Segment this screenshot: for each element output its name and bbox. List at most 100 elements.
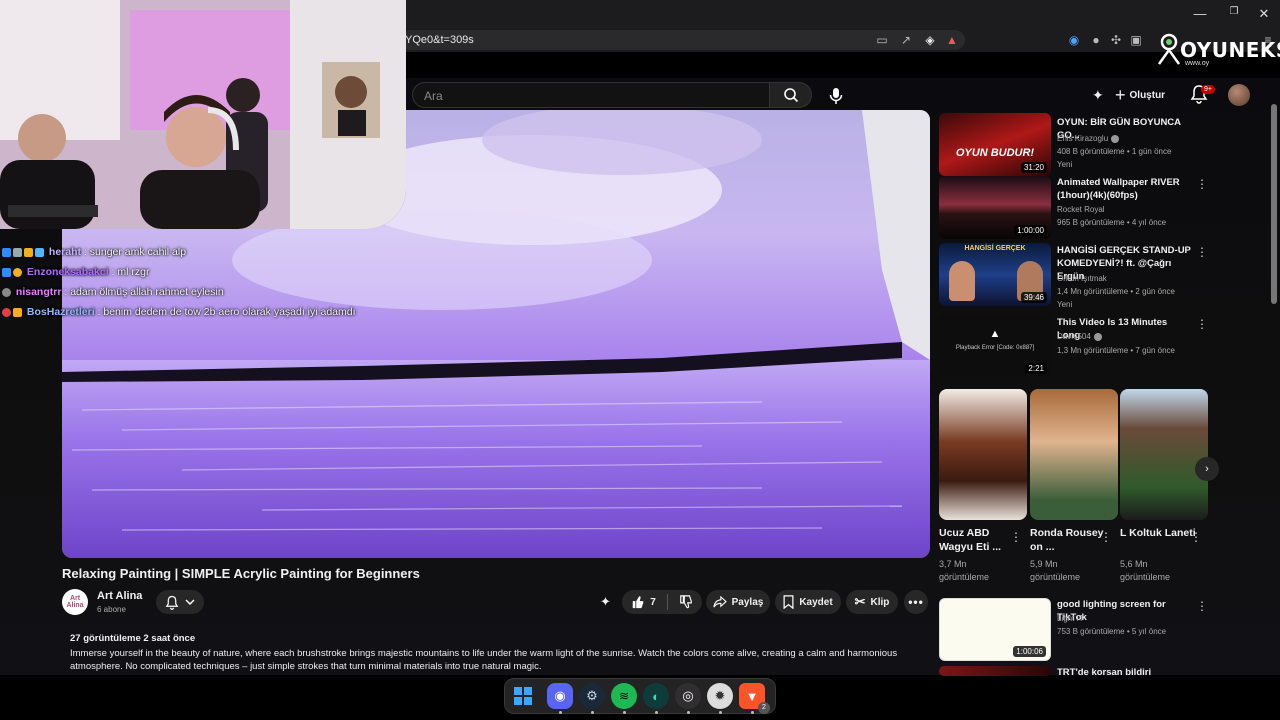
new-badge: Yeni: [1057, 300, 1073, 309]
short-title[interactable]: L Koltuk Laneti: [1120, 526, 1200, 540]
rec-thumbnail[interactable]: ▲ Playback Error [Code: 0x887] 2:21: [939, 314, 1051, 377]
chat-text: : benim dedem de tow 2b aero olarak yaşa…: [97, 306, 356, 318]
shield-icon[interactable]: ◈: [922, 33, 938, 47]
rec-title[interactable]: Animated Wallpaper RIVER (1hour)(4k)(60f…: [1057, 176, 1192, 202]
rec-thumbnail[interactable]: 1:00:00: [939, 176, 1051, 239]
minimize-button[interactable]: —: [1188, 6, 1212, 21]
badge-icon: [35, 247, 44, 257]
chat-username: nisangtrr: [15, 286, 62, 298]
close-button[interactable]: ✕: [1252, 6, 1276, 22]
steam-icon[interactable]: ⚙: [579, 683, 605, 709]
divider: [666, 594, 668, 610]
more-vert-icon[interactable]: ⋮: [1196, 245, 1208, 259]
short-thumbnail[interactable]: [1030, 389, 1118, 520]
verified-icon: [1093, 332, 1102, 341]
cast-icon[interactable]: ▭: [874, 33, 890, 47]
running-indicator: [719, 711, 722, 714]
chat-username: heraht: [48, 246, 82, 258]
rec-thumbnail[interactable]: HANGİSİ GERÇEK 39:46: [939, 243, 1051, 306]
plus-icon: +: [1115, 84, 1126, 105]
spotify-icon[interactable]: ≋: [611, 683, 637, 709]
app-icon[interactable]: ◐: [643, 683, 669, 709]
video-description[interactable]: Immerse yourself in the beauty of nature…: [70, 647, 900, 673]
sidebar-icon[interactable]: ▣: [1128, 33, 1144, 47]
account-avatar[interactable]: [1228, 84, 1250, 106]
audio-icon[interactable]: ◉: [1066, 33, 1082, 47]
chevron-down-icon: [185, 599, 195, 606]
rec-title[interactable]: TRT'de korsan bildiri: [1057, 666, 1192, 676]
short-thumbnail[interactable]: [939, 389, 1027, 520]
rec-thumbnail[interactable]: 1:00:06: [939, 598, 1051, 661]
chevron-right-icon: ›: [1205, 463, 1209, 475]
rewards-icon[interactable]: ▲: [944, 33, 960, 47]
shorts-next-button[interactable]: ›: [1195, 457, 1219, 481]
rec-meta: 1,4 Mn görüntüleme • 2 gün önce: [1057, 287, 1175, 296]
rec-channel[interactable]: Light IT: [1057, 613, 1084, 624]
more-actions-button[interactable]: •••: [904, 590, 928, 614]
share-button[interactable]: Paylaş: [706, 590, 770, 614]
search-button[interactable]: [770, 82, 812, 108]
more-vert-icon[interactable]: ⋮: [1196, 317, 1208, 331]
badge-icon: [2, 247, 11, 257]
url-text[interactable]: YQe0&t=309s: [405, 34, 474, 46]
streamer-webcam-overlay: [0, 0, 406, 229]
more-vert-icon[interactable]: ⋮: [1196, 177, 1208, 191]
short-title[interactable]: Ronda Rousey on ...: [1030, 526, 1110, 554]
rec-channel[interactable]: Enis Kirazoglu: [1057, 133, 1108, 144]
extension-icon[interactable]: ●: [1088, 33, 1104, 47]
warning-icon: ▲: [989, 328, 1001, 340]
clip-button[interactable]: ✂ Klip: [846, 590, 898, 614]
verified-icon: [1111, 134, 1120, 143]
subscription-notification-button[interactable]: [156, 590, 204, 614]
like-button[interactable]: 7: [631, 595, 656, 609]
rec-thumbnail[interactable]: OYUN BUDUR! 31:20: [939, 113, 1051, 176]
start-menu-icon[interactable]: [510, 683, 536, 709]
chat-text: : ml rzgr: [111, 266, 150, 278]
dislike-button[interactable]: [679, 595, 693, 609]
ai-sparkle-icon[interactable]: ✦: [600, 594, 611, 610]
duration-badge: 1:00:00: [1014, 225, 1047, 236]
create-button[interactable]: + Oluştur: [1115, 84, 1165, 106]
save-button[interactable]: Kaydet: [775, 590, 841, 614]
discord-icon[interactable]: ◉: [547, 683, 573, 709]
running-indicator: [655, 711, 658, 714]
obs-icon[interactable]: ◎: [675, 683, 701, 709]
duration-badge: 31:20: [1020, 162, 1047, 173]
save-label: Kaydet: [799, 596, 833, 608]
duration-badge: 1:00:06: [1013, 646, 1046, 657]
channel-name[interactable]: Art Alina: [97, 590, 142, 602]
search-input[interactable]: [412, 82, 770, 108]
more-vert-icon[interactable]: ⋮: [1010, 530, 1022, 544]
more-vert-icon[interactable]: ⋮: [1190, 530, 1202, 544]
running-indicator: [623, 711, 626, 714]
channel-avatar[interactable]: Art Alina: [62, 589, 88, 615]
share-page-icon[interactable]: ↗: [898, 33, 914, 47]
rec-channel[interactable]: Rocket Royal: [1057, 204, 1105, 215]
more-vert-icon[interactable]: ⋮: [1100, 530, 1112, 544]
rec-channel[interactable]: Orkun Işıtmak: [1057, 273, 1107, 284]
short-views: 3,7 Mn görüntüleme: [939, 559, 990, 582]
badge-icon: [2, 307, 11, 317]
rec-channel-row: Davie504: [1057, 331, 1102, 342]
settings-icon[interactable]: ✹: [707, 683, 733, 709]
rec-thumbnail[interactable]: [939, 666, 1051, 676]
more-vert-icon[interactable]: ⋮: [1196, 599, 1208, 613]
puzzle-icon[interactable]: ✣: [1108, 33, 1124, 47]
chat-text: : adam ölmüş allah rahmet eylesin: [64, 286, 224, 298]
short-thumbnail[interactable]: [1120, 389, 1208, 520]
ai-sparkle-icon[interactable]: ✦: [1092, 87, 1104, 104]
page-scrollbar[interactable]: [1271, 104, 1277, 304]
duration-badge: 2:21: [1025, 363, 1047, 374]
badge-icon: [13, 307, 22, 317]
brand-name: OYUNEKS: [1180, 38, 1280, 62]
rec-channel[interactable]: Davie504: [1057, 331, 1091, 342]
like-count: 7: [650, 596, 656, 608]
badge-icon: [2, 287, 11, 297]
brave-window-count: 2: [758, 702, 770, 714]
voice-search-button[interactable]: [825, 85, 847, 107]
share-label: Paylaş: [731, 596, 764, 608]
search-placeholder[interactable]: Ara: [424, 89, 443, 103]
running-indicator: [591, 711, 594, 714]
maximize-button[interactable]: ❐: [1222, 6, 1246, 17]
short-title[interactable]: Ucuz ABD Wagyu Eti ...: [939, 526, 1019, 554]
